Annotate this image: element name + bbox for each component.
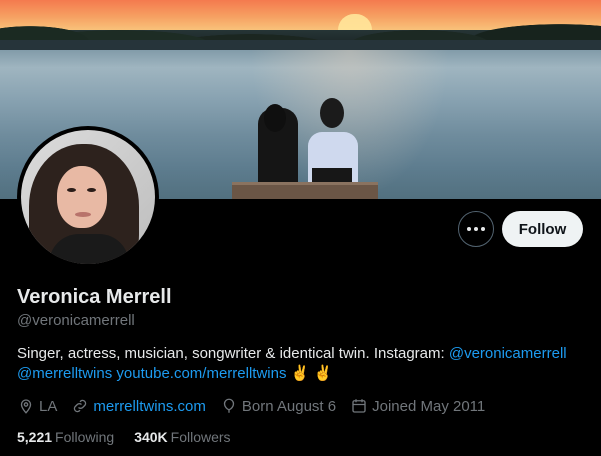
more-options-button[interactable]	[458, 211, 494, 247]
following-label: Following	[55, 429, 115, 445]
more-horizontal-icon-dot	[481, 227, 485, 231]
profile-avatar[interactable]	[17, 126, 159, 268]
joined-text: Joined May 2011	[372, 397, 486, 415]
more-horizontal-icon	[467, 227, 471, 231]
following-count: 5,221	[17, 429, 53, 445]
bio-mention-veronicamerrell[interactable]: @veronicamerrell	[449, 345, 567, 362]
meta-location: LA	[17, 397, 57, 415]
avatar-face	[57, 166, 107, 228]
avatar-eye-right	[87, 188, 96, 192]
following-link[interactable]: 5,221 Following	[17, 429, 114, 445]
avatar-lips	[75, 212, 91, 217]
banner-person-right-head	[320, 98, 344, 128]
banner-person-left-head	[264, 104, 286, 132]
link-icon	[74, 399, 87, 413]
profile-name: Veronica Merrell	[17, 286, 172, 308]
bio-youtube-link[interactable]: youtube.com/merrelltwins	[116, 365, 286, 382]
meta-birthday: Born August 6	[220, 397, 336, 415]
balloon-icon	[223, 398, 235, 413]
follow-button[interactable]: Follow	[502, 211, 583, 247]
location-text: LA	[39, 397, 58, 415]
banner-dock	[232, 182, 378, 199]
more-horizontal-icon-dot	[474, 227, 478, 231]
location-pin-icon	[20, 399, 32, 414]
profile-stats: 5,221 Following 340K Followers	[17, 429, 251, 445]
followers-count: 340K	[134, 429, 168, 445]
followers-label: Followers	[170, 429, 231, 445]
followers-link[interactable]: 340K Followers	[134, 429, 230, 445]
bio-emoji: ✌️ ✌️	[290, 365, 333, 382]
banner-shore	[0, 40, 601, 50]
avatar-image	[21, 130, 155, 264]
bio-text: Singer, actress, musician, songwriter & …	[17, 345, 449, 362]
website-link[interactable]: merrelltwins.com	[93, 398, 206, 415]
profile-meta: LA merrelltwins.com Born August 6 Joined…	[17, 396, 499, 416]
meta-website: merrelltwins.com	[71, 397, 206, 415]
meta-joined: Joined May 2011	[350, 397, 485, 415]
calendar-icon	[352, 399, 366, 413]
bio-mention-merrelltwins[interactable]: @merrelltwins	[17, 365, 112, 382]
avatar-eye-left	[67, 188, 76, 192]
profile-bio: Singer, actress, musician, songwriter & …	[17, 344, 597, 384]
profile-handle: @veronicamerrell	[17, 312, 135, 329]
birthday-text: Born August 6	[241, 397, 337, 415]
